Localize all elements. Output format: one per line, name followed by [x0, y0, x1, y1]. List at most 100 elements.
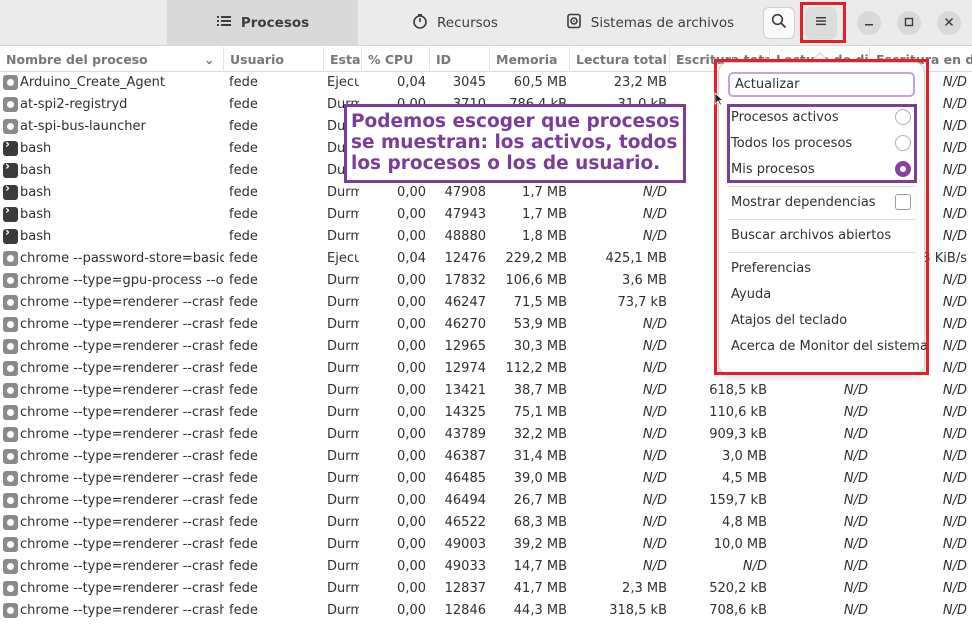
cell-mem: 26,7 MB	[513, 493, 567, 508]
cell-state: Durm	[327, 207, 359, 222]
close-button[interactable]	[937, 11, 961, 35]
process-icon	[3, 471, 18, 486]
cell-state: Durm	[327, 559, 359, 574]
cell-mem: 106,6 MB	[505, 273, 567, 288]
cell-cpu: 0,00	[397, 603, 426, 618]
cell-write: 159,7 kB	[709, 493, 767, 508]
cell-user: fede	[229, 405, 258, 420]
cell-user: fede	[229, 383, 258, 398]
cell-read: N/D	[642, 405, 667, 420]
column-header-usuario[interactable]: Usuario	[224, 47, 324, 72]
table-row[interactable]: chrome --type=renderer --crashpad fede Dur…	[0, 468, 972, 490]
cell-id: 17832	[444, 273, 486, 288]
menu-item-actualizar[interactable]: Actualizar	[728, 72, 915, 97]
cell-cpu: 0,00	[397, 361, 426, 376]
cell-id: 12846	[444, 603, 486, 618]
cell-user: fede	[229, 119, 258, 134]
cell-mem: 71,5 MB	[513, 295, 567, 310]
cell-user: fede	[229, 493, 258, 508]
column-header-memoria[interactable]: Memoria	[490, 47, 570, 72]
cell-dread: N/D	[843, 581, 868, 596]
cell-dwrite: N/D	[942, 493, 967, 508]
table-row[interactable]: chrome --type=renderer --crashpad fede Dur…	[0, 402, 972, 424]
cell-read: N/D	[642, 427, 667, 442]
cell-name: chrome --type=renderer --crashpad	[20, 515, 224, 530]
process-icon	[3, 339, 18, 354]
menu-item-mis-procesos[interactable]: Mis procesos	[731, 162, 815, 177]
menu-item-ayuda[interactable]: Ayuda	[731, 287, 771, 302]
table-row[interactable]: chrome --type=renderer --crashpad fede Dur…	[0, 380, 972, 402]
table-row[interactable]: chrome --type=renderer --crashpad fede Dur…	[0, 424, 972, 446]
cell-state: Durm	[327, 515, 359, 530]
column-header-id[interactable]: ID	[430, 47, 490, 72]
menu-item-buscar-archivos-abiertos[interactable]: Buscar archivos abiertos	[731, 228, 891, 243]
cell-read: 3,6 MB	[622, 273, 667, 288]
minimize-icon	[864, 16, 874, 31]
cell-state: Durm	[327, 471, 359, 486]
process-icon	[3, 581, 18, 596]
cell-id: 46522	[444, 515, 486, 530]
main-menu-button[interactable]	[805, 7, 837, 39]
cell-mem: 229,2 MB	[505, 251, 567, 266]
menu-item-acerca-de[interactable]: Acerca de Monitor del sistema	[731, 339, 928, 354]
disk-icon	[566, 13, 582, 33]
menu-item-mostrar-dependencias[interactable]: Mostrar dependencias	[731, 195, 876, 210]
mouse-cursor-icon	[714, 92, 725, 110]
table-row[interactable]: chrome --type=renderer --crashpad fede Dur…	[0, 512, 972, 534]
column-header-lectura-total[interactable]: Lectura total de	[570, 47, 670, 72]
cell-read: N/D	[642, 317, 667, 332]
cell-state: Durm	[327, 537, 359, 552]
tab-procesos[interactable]: Procesos	[167, 0, 358, 46]
cell-name: bash	[20, 207, 52, 222]
table-row[interactable]: chrome --type=renderer --crashpad fede Dur…	[0, 556, 972, 578]
column-header-nombre-label: Nombre del proceso	[6, 52, 148, 67]
process-icon	[3, 273, 18, 288]
cell-name: chrome --type=renderer --crashpad	[20, 361, 224, 376]
cell-name: bash	[20, 163, 52, 178]
process-icon	[3, 559, 18, 574]
table-row[interactable]: chrome --type=renderer --crashpad fede Dur…	[0, 600, 972, 622]
table-row[interactable]: chrome --type=renderer --crashpad fede Dur…	[0, 578, 972, 600]
cell-user: fede	[229, 163, 258, 178]
tab-recursos[interactable]: Recursos	[400, 0, 510, 46]
radio-mis-procesos[interactable]	[895, 161, 911, 177]
cell-dwrite: N/D	[942, 559, 967, 574]
menu-item-preferencias[interactable]: Preferencias	[731, 261, 811, 276]
cell-read: 425,1 MB	[605, 251, 667, 266]
cell-state: Ejecu	[327, 251, 359, 266]
cell-state: Durm	[327, 383, 359, 398]
cell-user: fede	[229, 141, 258, 156]
cell-name: chrome --type=renderer --crashpad	[20, 493, 224, 508]
cell-user: fede	[229, 581, 258, 596]
cell-state: Durm	[327, 273, 359, 288]
cell-id: 48880	[444, 229, 486, 244]
minimize-button[interactable]	[857, 11, 881, 35]
menu-item-todos-los-procesos[interactable]: Todos los procesos	[731, 136, 852, 151]
menu-item-procesos-activos[interactable]: Procesos activos	[731, 110, 839, 125]
column-header-cpu[interactable]: % CPU	[362, 47, 430, 72]
cell-id: 14325	[444, 405, 486, 420]
checkbox-mostrar-dependencias[interactable]	[895, 194, 911, 210]
cell-id: 49033	[444, 559, 486, 574]
cell-dread: N/D	[843, 471, 868, 486]
maximize-button[interactable]	[897, 11, 921, 35]
search-button[interactable]	[763, 7, 795, 39]
column-header-estado[interactable]: Estado	[324, 47, 362, 72]
search-icon	[771, 13, 787, 33]
cell-cpu: 0,00	[397, 471, 426, 486]
menu-separator	[728, 252, 915, 253]
table-row[interactable]: chrome --type=renderer --crashpad fede Dur…	[0, 534, 972, 556]
table-row[interactable]: chrome --type=renderer --crashpad fede Dur…	[0, 446, 972, 468]
tab-sistemas-de-archivos[interactable]: Sistemas de archivos	[560, 0, 740, 46]
cell-user: fede	[229, 251, 258, 266]
radio-procesos-activos[interactable]	[895, 109, 911, 125]
table-row[interactable]: chrome --type=renderer --crashpad fede Dur…	[0, 490, 972, 512]
radio-todos-los-procesos[interactable]	[895, 135, 911, 151]
cell-state: Durm	[327, 603, 359, 618]
cell-id: 46494	[444, 493, 486, 508]
column-header-nombre[interactable]: Nombre del proceso ⌄	[0, 47, 224, 72]
menu-item-atajos-del-teclado[interactable]: Atajos del teclado	[731, 313, 847, 328]
cell-read: N/D	[642, 207, 667, 222]
cell-dwrite: N/D	[942, 537, 967, 552]
cell-user: fede	[229, 427, 258, 442]
